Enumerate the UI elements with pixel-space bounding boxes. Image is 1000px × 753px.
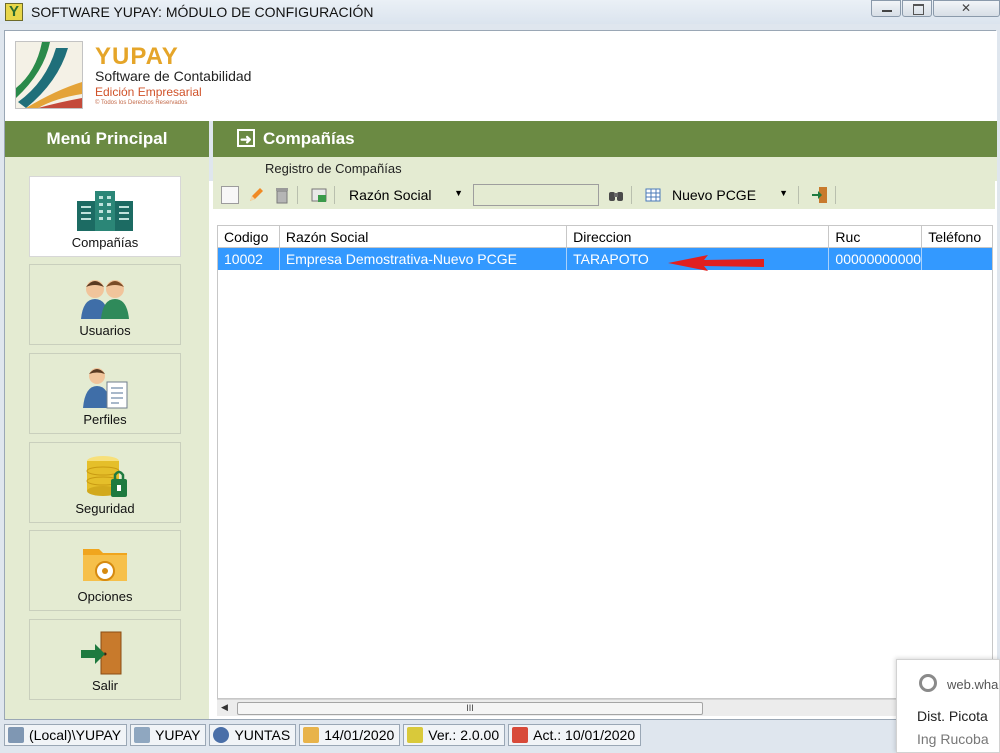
content-panel: Compañías Registro de Compañías Razón So… (209, 121, 997, 719)
table-cell: 10002 (218, 248, 280, 270)
new-document-icon[interactable] (221, 186, 239, 204)
menu-item-seguridad[interactable]: Seguridad (29, 442, 181, 523)
main-menu: Menú Principal Compañías Usuarios Perfil… (5, 121, 209, 719)
close-button[interactable] (933, 0, 1000, 17)
brand-name: YUPAY (95, 43, 179, 70)
minimize-button[interactable] (871, 0, 901, 17)
maximize-button[interactable] (902, 0, 932, 17)
status-bar: (Local)\YUPAY YUPAY YUNTAS 14/01/2020 Ve… (0, 721, 1000, 749)
notification-source: web.wha (947, 677, 999, 692)
status-database: YUPAY (130, 724, 207, 746)
menu-item-label: Opciones (77, 589, 133, 604)
toolbar-separator (798, 186, 799, 204)
notification-body: Ing Rucoba (917, 731, 989, 747)
status-date: 14/01/2020 (299, 724, 401, 746)
search-input[interactable] (473, 184, 599, 206)
table-cell (922, 248, 992, 270)
database-lock-icon (75, 453, 135, 499)
toolbar: Razón Social ▼ Nuevo PCGE ▼ (213, 181, 995, 209)
toolbar-separator (835, 186, 836, 204)
binoculars-icon[interactable] (607, 186, 625, 204)
users-icon (75, 275, 135, 321)
scroll-thumb[interactable]: III (237, 702, 703, 715)
table-cell: Empresa Demostrativa-Nuevo PCGE (280, 248, 568, 270)
arrow-right-icon (237, 121, 255, 157)
status-text: YUPAY (155, 727, 201, 743)
title-bar: SOFTWARE YUPAY: MÓDULO DE CONFIGURACIÓN (0, 0, 1000, 24)
brand-tagline: Software de Contabilidad (95, 68, 252, 84)
print-report-icon[interactable] (310, 186, 328, 204)
delete-trash-icon[interactable] (273, 186, 291, 204)
yupay-app-icon (5, 3, 23, 21)
status-text: 14/01/2020 (324, 727, 395, 743)
menu-item-companias[interactable]: Compañías (29, 176, 181, 257)
yupay-logo-icon (15, 41, 83, 109)
horizontal-scrollbar[interactable]: ◀ III (217, 699, 993, 716)
edit-pencil-icon[interactable] (247, 186, 265, 204)
status-update: Act.: 10/01/2020 (508, 724, 642, 746)
menu-item-salir[interactable]: Salir (29, 619, 181, 700)
logo-header: YUPAY Software de Contabilidad Edición E… (5, 31, 997, 121)
chrome-icon (919, 674, 937, 692)
buildings-icon (75, 187, 135, 233)
column-header[interactable]: Direccion (567, 226, 830, 247)
menu-item-label: Salir (91, 678, 118, 693)
status-text: (Local)\YUPAY (29, 727, 122, 743)
server-icon (8, 727, 24, 743)
brand-edition: Edición Empresarial (95, 85, 202, 99)
menu-item-opciones[interactable]: Opciones (29, 530, 181, 611)
column-header[interactable]: Ruc (829, 226, 923, 247)
status-version: Ver.: 2.0.00 (403, 724, 506, 746)
toolbar-separator (297, 186, 298, 204)
menu-item-label: Compañías (71, 235, 139, 250)
menu-item-usuarios[interactable]: Usuarios (29, 264, 181, 345)
search-field-value: Razón Social (349, 187, 432, 203)
notification-title: Dist. Picota (917, 708, 988, 724)
content-header: Compañías (209, 121, 997, 157)
plan-value: Nuevo PCGE (672, 187, 757, 203)
status-text: YUNTAS (234, 727, 291, 743)
table-header: Codigo Razón Social Direccion Ruc Teléfo… (218, 226, 992, 248)
yupay-version-icon (407, 727, 424, 743)
status-server: (Local)\YUPAY (4, 724, 128, 746)
main-window: YUPAY Software de Contabilidad Edición E… (4, 30, 997, 720)
profile-icon (75, 364, 135, 410)
window-title: SOFTWARE YUPAY: MÓDULO DE CONFIGURACIÓN (31, 4, 374, 20)
table-cell: 00000000000 (829, 248, 923, 270)
column-header[interactable]: Teléfono (922, 226, 992, 247)
toolbar-separator (334, 186, 335, 204)
grid-icon[interactable] (644, 186, 662, 204)
toolbar-separator (631, 186, 632, 204)
menu-item-perfiles[interactable]: Perfiles (29, 353, 181, 434)
column-header[interactable]: Codigo (218, 226, 280, 247)
user-icon (213, 727, 230, 743)
menu-item-label: Seguridad (75, 501, 135, 516)
status-user: YUNTAS (209, 724, 297, 746)
table-row[interactable]: 10002 Empresa Demostrativa-Nuevo PCGE TA… (218, 248, 992, 270)
column-header[interactable]: Razón Social (280, 226, 568, 247)
menu-header: Menú Principal (5, 121, 209, 157)
page-title: Compañías (263, 129, 355, 148)
red-arrow-annotation (668, 255, 764, 271)
exit-door-icon (75, 630, 135, 676)
menu-item-label: Perfiles (83, 412, 127, 427)
chevron-down-icon: ▼ (454, 188, 463, 198)
scroll-left-icon[interactable]: ◀ (221, 702, 228, 713)
options-folder-icon (75, 541, 135, 587)
status-text: Act.: 10/01/2020 (533, 727, 636, 743)
search-field-select[interactable]: Razón Social ▼ (345, 184, 467, 206)
database-icon (134, 727, 151, 743)
chevron-down-icon: ▼ (779, 188, 788, 198)
calendar-update-icon (512, 727, 529, 743)
subtitle: Registro de Compañías (209, 157, 997, 181)
calendar-icon (303, 727, 320, 743)
companies-table: Codigo Razón Social Direccion Ruc Teléfo… (217, 225, 993, 699)
plan-select[interactable]: Nuevo PCGE ▼ (668, 184, 792, 206)
exit-door-icon[interactable] (811, 186, 829, 204)
notification-popup[interactable]: web.wha Dist. Picota Ing Rucoba (896, 659, 1000, 753)
status-text: Ver.: 2.0.00 (428, 727, 500, 743)
brand-rights: © Todos los Derechos Reservados (95, 100, 188, 106)
menu-item-label: Usuarios (79, 323, 131, 338)
